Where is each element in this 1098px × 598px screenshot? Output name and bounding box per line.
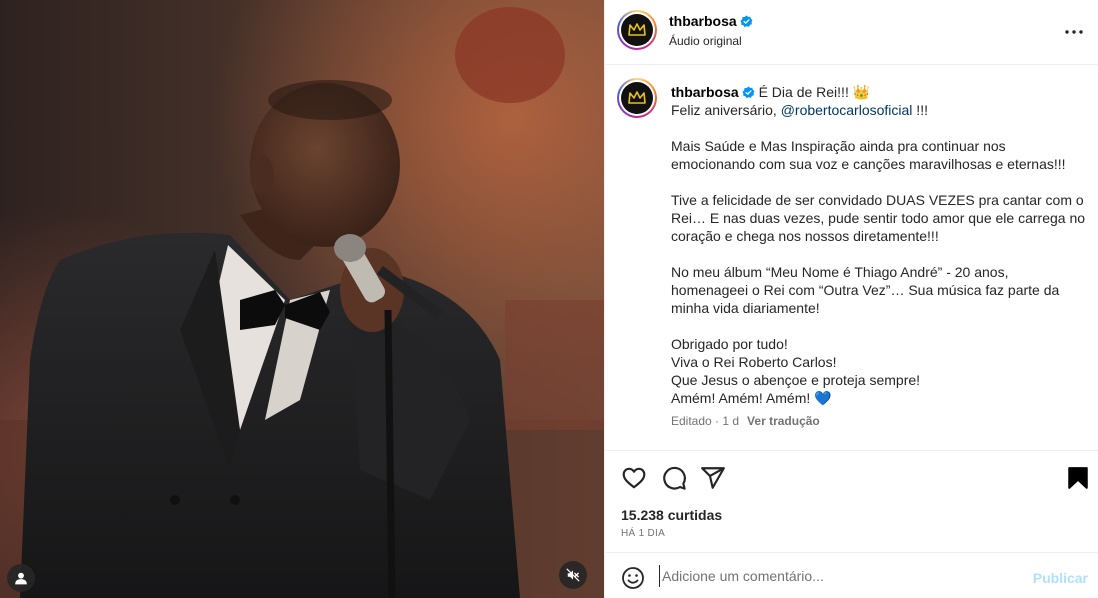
heart-icon[interactable] xyxy=(621,465,647,491)
comment-input[interactable] xyxy=(659,565,1009,587)
caption-meta: Editado · 1 d Ver tradução xyxy=(671,414,820,428)
more-options-button[interactable] xyxy=(1062,20,1086,44)
caption-paragraph: Tive a felicidade de ser convidado DUAS … xyxy=(671,192,1086,244)
likes-count[interactable]: 15.238 curtidas xyxy=(621,507,722,523)
crown-logo-icon xyxy=(628,23,646,36)
post-side-panel: thbarbosa Áudio original thbarbosa É Dia… xyxy=(604,0,1098,598)
share-icon[interactable] xyxy=(700,465,726,491)
mention-link[interactable]: @robertocarlosoficial xyxy=(781,102,913,118)
verified-badge-icon xyxy=(740,15,753,28)
tagged-users-button[interactable] xyxy=(7,564,35,592)
post-header: thbarbosa Áudio original xyxy=(605,0,1098,65)
caption-greeting-suffix: !!! xyxy=(912,102,928,118)
caption-paragraph: No meu álbum “Meu Nome é Thiago André” -… xyxy=(671,264,1060,316)
publish-button[interactable]: Publicar xyxy=(1033,570,1088,586)
comment-icon[interactable] xyxy=(661,465,687,491)
caption-paragraph: Mais Saúde e Mas Inspiração ainda pra co… xyxy=(671,138,1066,172)
more-horizontal-icon xyxy=(1065,30,1083,34)
caption-text: thbarbosa É Dia de Rei!!! 👑 Feliz aniver… xyxy=(671,83,1087,425)
caption-greeting: Feliz aniversário, xyxy=(671,102,781,118)
author-line: thbarbosa xyxy=(669,13,753,29)
caption-section: thbarbosa É Dia de Rei!!! 👑 Feliz aniver… xyxy=(605,66,1098,451)
bookmark-icon[interactable] xyxy=(1065,465,1091,491)
comment-bar: Publicar xyxy=(605,552,1098,598)
edited-timestamp: Editado · 1 d xyxy=(671,414,740,428)
post-video[interactable] xyxy=(0,0,604,598)
post-time-ago: HÁ 1 DIA xyxy=(621,528,666,539)
mute-toggle-button[interactable] xyxy=(559,561,587,589)
audio-label[interactable]: Áudio original xyxy=(669,34,742,48)
caption-title: É Dia de Rei!!! 👑 xyxy=(758,84,871,100)
action-bar: 15.238 curtidas HÁ 1 DIA xyxy=(605,452,1098,552)
author-username[interactable]: thbarbosa xyxy=(669,13,737,29)
caption-username[interactable]: thbarbosa xyxy=(671,84,739,100)
crown-logo-icon xyxy=(628,91,646,104)
caption-paragraph: Obrigado por tudo! Viva o Rei Roberto Ca… xyxy=(671,336,921,406)
translate-link[interactable]: Ver tradução xyxy=(747,414,820,428)
verified-badge-icon xyxy=(742,86,755,99)
user-tag-icon xyxy=(15,572,27,585)
muted-speaker-icon xyxy=(566,568,580,582)
caption-intro: thbarbosa É Dia de Rei!!! 👑 Feliz aniver… xyxy=(671,83,1087,119)
avatar[interactable] xyxy=(617,10,657,50)
video-frame-image xyxy=(0,0,604,598)
avatar[interactable] xyxy=(617,78,657,118)
emoji-icon[interactable] xyxy=(621,566,645,590)
